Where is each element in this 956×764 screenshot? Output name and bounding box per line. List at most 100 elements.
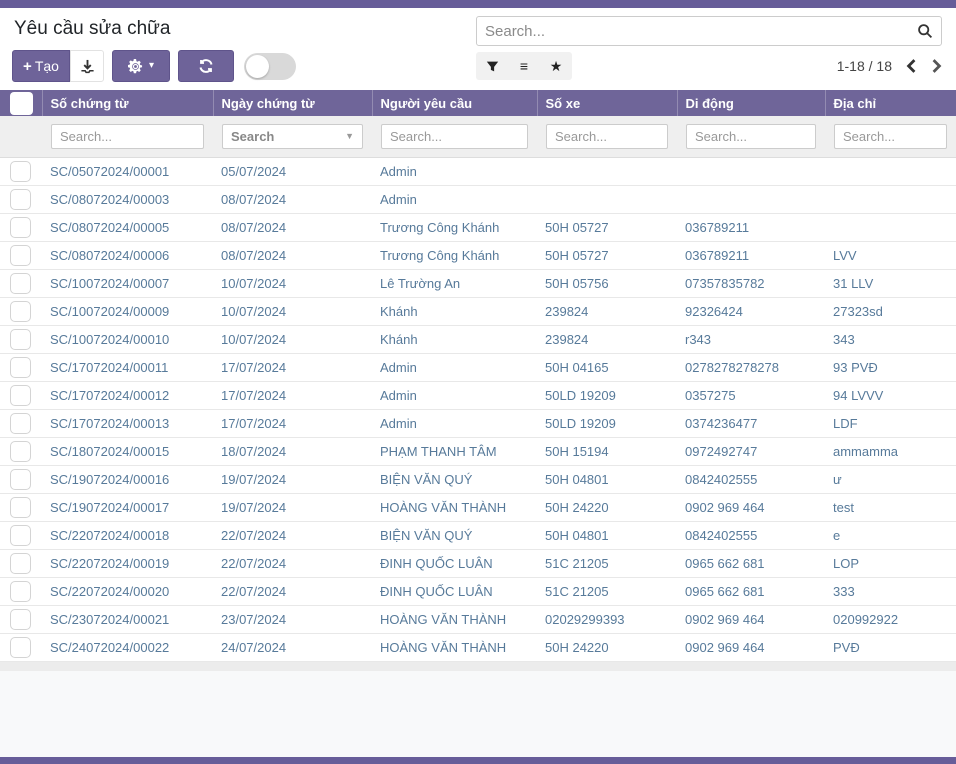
table-row[interactable]: SC/08072024/0000308/07/2024Admin xyxy=(0,185,956,213)
cell-mobile: 036789211 xyxy=(677,213,825,241)
table-row[interactable]: SC/24072024/0002224/07/2024HOÀNG VĂN THÀ… xyxy=(0,633,956,661)
table-row[interactable]: SC/22072024/0001922/07/2024ĐINH QUỐC LUÂ… xyxy=(0,549,956,577)
row-checkbox[interactable] xyxy=(10,329,31,350)
table-row[interactable]: SC/19072024/0001719/07/2024HOÀNG VĂN THÀ… xyxy=(0,493,956,521)
table-row[interactable]: SC/10072024/0001010/07/2024Khánh239824r3… xyxy=(0,325,956,353)
cell-doc: SC/19072024/00016 xyxy=(42,465,213,493)
cell-requester: Admin xyxy=(372,185,537,213)
group-by-icon[interactable]: ≡ xyxy=(508,52,540,80)
filter-icon[interactable] xyxy=(476,52,508,80)
actions-gear-button[interactable]: ▾ xyxy=(112,50,170,82)
table-row[interactable]: SC/17072024/0001117/07/2024Admin50H 0416… xyxy=(0,353,956,381)
column-header-doc[interactable]: Số chứng từ xyxy=(42,90,213,116)
refresh-button[interactable] xyxy=(178,50,234,82)
cell-doc: SC/24072024/00022 xyxy=(42,633,213,661)
page-title: Yêu cầu sửa chữa xyxy=(14,18,296,40)
column-header-mobile[interactable]: Di động xyxy=(677,90,825,116)
cell-requester: BIỆN VĂN QUÝ xyxy=(372,465,537,493)
filter-input-address[interactable] xyxy=(834,124,947,149)
row-checkbox[interactable] xyxy=(10,301,31,322)
filter-input-mobile[interactable] xyxy=(686,124,816,149)
cell-address: 020992922 xyxy=(825,605,956,633)
create-button[interactable]: + Tạo xyxy=(12,50,70,82)
row-checkbox[interactable] xyxy=(10,581,31,602)
table-row[interactable]: SC/05072024/0000105/07/2024Admin xyxy=(0,157,956,185)
table-row[interactable]: SC/10072024/0000710/07/2024Lê Trường An5… xyxy=(0,269,956,297)
column-header-requester[interactable]: Người yêu cầu xyxy=(372,90,537,116)
row-checkbox[interactable] xyxy=(10,637,31,658)
cell-date: 23/07/2024 xyxy=(213,605,372,633)
filter-select-date[interactable]: Search▼ xyxy=(222,124,363,149)
row-checkbox[interactable] xyxy=(10,441,31,462)
cell-address: 93 PVĐ xyxy=(825,353,956,381)
download-button[interactable] xyxy=(70,50,104,82)
row-checkbox[interactable] xyxy=(10,553,31,574)
cell-vehicle: 239824 xyxy=(537,325,677,353)
cell-address: LVV xyxy=(825,241,956,269)
cell-doc: SC/10072024/00009 xyxy=(42,297,213,325)
select-all-cell xyxy=(0,90,42,116)
row-checkbox-cell xyxy=(0,409,42,437)
chevron-left-icon[interactable] xyxy=(906,59,917,73)
column-header-address[interactable]: Địa chỉ xyxy=(825,90,956,116)
row-checkbox-cell xyxy=(0,493,42,521)
row-checkbox[interactable] xyxy=(10,525,31,546)
table-row[interactable]: SC/17072024/0001317/07/2024Admin50LD 192… xyxy=(0,409,956,437)
search-icon[interactable] xyxy=(917,23,933,39)
filter-cell-address xyxy=(825,116,956,157)
row-checkbox[interactable] xyxy=(10,413,31,434)
table-row[interactable]: SC/19072024/0001619/07/2024BIỆN VĂN QUÝ5… xyxy=(0,465,956,493)
row-checkbox[interactable] xyxy=(10,217,31,238)
row-checkbox[interactable] xyxy=(10,469,31,490)
cell-date: 17/07/2024 xyxy=(213,381,372,409)
row-checkbox[interactable] xyxy=(10,497,31,518)
cell-mobile: 0842402555 xyxy=(677,465,825,493)
row-checkbox[interactable] xyxy=(10,189,31,210)
row-checkbox[interactable] xyxy=(10,385,31,406)
table-row[interactable]: SC/17072024/0001217/07/2024Admin50LD 192… xyxy=(0,381,956,409)
cell-doc: SC/17072024/00012 xyxy=(42,381,213,409)
row-checkbox[interactable] xyxy=(10,273,31,294)
archive-toggle[interactable] xyxy=(244,53,296,80)
cell-address xyxy=(825,185,956,213)
cell-mobile xyxy=(677,185,825,213)
row-checkbox[interactable] xyxy=(10,161,31,182)
table-row[interactable]: SC/08072024/0000508/07/2024Trương Công K… xyxy=(0,213,956,241)
row-checkbox[interactable] xyxy=(10,609,31,630)
cell-doc: SC/08072024/00003 xyxy=(42,185,213,213)
cell-mobile: 0972492747 xyxy=(677,437,825,465)
cell-mobile: r343 xyxy=(677,325,825,353)
search-input[interactable] xyxy=(485,23,917,40)
filter-input-vehicle[interactable] xyxy=(546,124,668,149)
row-checkbox[interactable] xyxy=(10,357,31,378)
table-row[interactable]: SC/22072024/0001822/07/2024BIỆN VĂN QUÝ5… xyxy=(0,521,956,549)
cell-doc: SC/18072024/00015 xyxy=(42,437,213,465)
cell-requester: Admin xyxy=(372,353,537,381)
cell-date: 17/07/2024 xyxy=(213,409,372,437)
cell-mobile: 07357835782 xyxy=(677,269,825,297)
cell-vehicle: 50H 04801 xyxy=(537,465,677,493)
column-header-vehicle[interactable]: Số xe xyxy=(537,90,677,116)
cell-address xyxy=(825,157,956,185)
select-all-checkbox[interactable] xyxy=(10,92,33,115)
cell-mobile: 0357275 xyxy=(677,381,825,409)
row-checkbox-cell xyxy=(0,157,42,185)
column-header-date[interactable]: Ngày chứng từ xyxy=(213,90,372,116)
table-row[interactable]: SC/18072024/0001518/07/2024PHẠM THANH TÂ… xyxy=(0,437,956,465)
filter-input-requester[interactable] xyxy=(381,124,528,149)
cell-vehicle: 50H 05727 xyxy=(537,241,677,269)
cell-address: 94 LVVV xyxy=(825,381,956,409)
table-row[interactable]: SC/10072024/0000910/07/2024Khánh23982492… xyxy=(0,297,956,325)
table-row[interactable]: SC/08072024/0000608/07/2024Trương Công K… xyxy=(0,241,956,269)
row-checkbox-cell xyxy=(0,297,42,325)
filter-cell-doc xyxy=(42,116,213,157)
row-checkbox-cell xyxy=(0,241,42,269)
chevron-right-icon[interactable] xyxy=(931,59,942,73)
row-checkbox[interactable] xyxy=(10,245,31,266)
cell-address: 333 xyxy=(825,577,956,605)
filter-input-doc[interactable] xyxy=(51,124,204,149)
table-row[interactable]: SC/23072024/0002123/07/2024HOÀNG VĂN THÀ… xyxy=(0,605,956,633)
cell-address: 27323sd xyxy=(825,297,956,325)
favorite-star-icon[interactable]: ★ xyxy=(540,52,572,80)
table-row[interactable]: SC/22072024/0002022/07/2024ĐINH QUỐC LUÂ… xyxy=(0,577,956,605)
